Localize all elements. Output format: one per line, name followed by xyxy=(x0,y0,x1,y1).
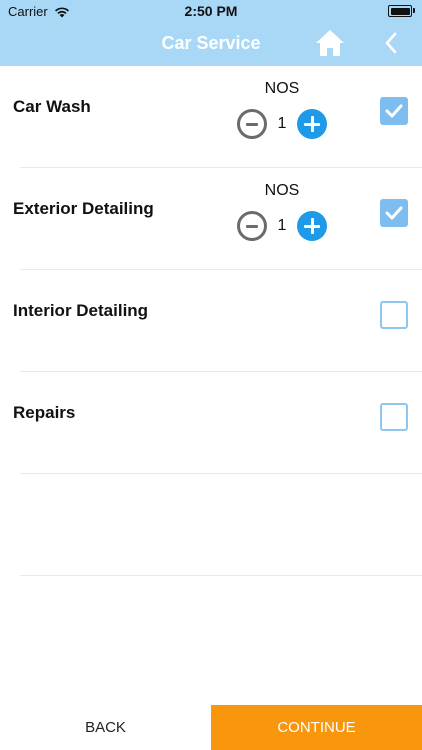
back-button[interactable]: BACK xyxy=(0,705,211,750)
battery-icon xyxy=(388,5,415,17)
empty-row xyxy=(0,474,422,576)
service-checkbox[interactable] xyxy=(380,199,408,227)
checkmark-icon xyxy=(385,206,403,220)
unit-label: NOS xyxy=(264,182,300,199)
decrease-quantity-button[interactable] xyxy=(237,211,267,241)
clock: 2:50 PM xyxy=(184,3,238,19)
service-checkbox[interactable] xyxy=(380,403,408,431)
quantity-value: 1 xyxy=(277,115,287,132)
service-name: Car Wash xyxy=(13,97,91,116)
checkmark-icon xyxy=(385,104,403,118)
service-name: Repairs xyxy=(13,403,76,422)
quantity-stepper: 1 xyxy=(232,109,332,139)
service-checkbox[interactable] xyxy=(380,97,408,125)
page-title: Car Service xyxy=(161,33,261,53)
quantity-value: 1 xyxy=(277,217,287,234)
back-arrow-button[interactable] xyxy=(382,31,400,55)
chevron-left-icon xyxy=(385,32,397,54)
decrease-quantity-button[interactable] xyxy=(237,109,267,139)
app-header: Carrier 2:50 PM Car Service xyxy=(0,0,422,66)
footer-actions: BACK CONTINUE xyxy=(0,705,422,750)
quantity-stepper: 1 xyxy=(232,211,332,241)
service-row-repairs: Repairs xyxy=(0,372,422,474)
service-row-car-wash: Car Wash NOS 1 xyxy=(0,66,422,168)
service-row-exterior-detailing: Exterior Detailing NOS 1 xyxy=(0,168,422,270)
unit-label: NOS xyxy=(264,80,300,97)
service-checkbox[interactable] xyxy=(380,301,408,329)
status-bar: Carrier 2:50 PM xyxy=(0,0,422,22)
continue-button[interactable]: CONTINUE xyxy=(211,705,422,750)
service-name: Exterior Detailing xyxy=(13,199,154,218)
increase-quantity-button[interactable] xyxy=(297,211,327,241)
quantity-control: NOS 1 xyxy=(232,80,332,139)
home-icon xyxy=(316,30,344,56)
quantity-control: NOS 1 xyxy=(232,182,332,241)
service-row-interior-detailing: Interior Detailing xyxy=(0,270,422,372)
service-list: Car Wash NOS 1 Exterior Detailing NOS 1 xyxy=(0,66,422,576)
service-name: Interior Detailing xyxy=(13,301,149,320)
home-button[interactable] xyxy=(314,28,346,58)
increase-quantity-button[interactable] xyxy=(297,109,327,139)
